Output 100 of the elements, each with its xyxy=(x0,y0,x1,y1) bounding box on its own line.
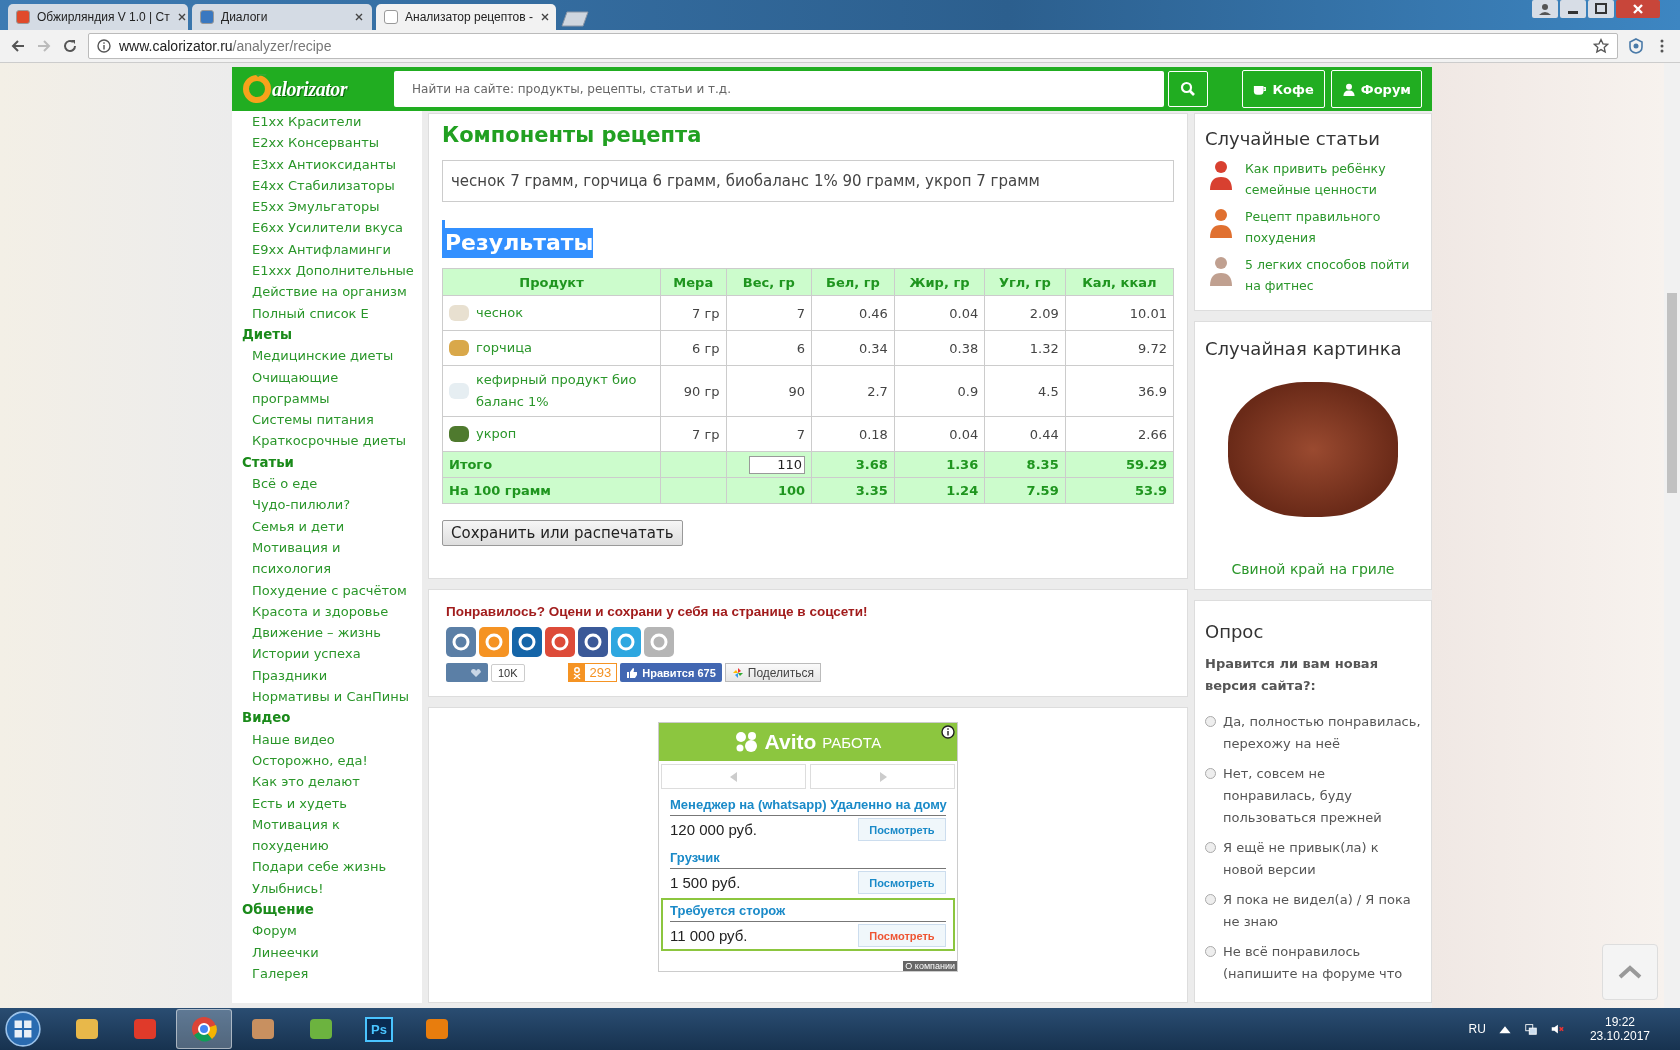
job-title[interactable]: Требуется сторож xyxy=(670,903,946,922)
network-icon[interactable] xyxy=(1523,1022,1538,1036)
search-button[interactable] xyxy=(1168,71,1208,107)
view-button[interactable]: Посмотреть xyxy=(858,924,946,947)
user-icon[interactable] xyxy=(1532,0,1558,18)
view-button[interactable]: Посмотреть xyxy=(858,871,946,894)
like-button[interactable]: Нравится 675 xyxy=(620,663,722,682)
poll-option[interactable]: Нет, совсем не понравилась, буду пользоваться прежней xyxy=(1223,763,1421,829)
scrollbar[interactable] xyxy=(1664,63,1680,1008)
sidebar-link[interactable]: Действие на организм xyxy=(252,281,417,303)
sidebar-link[interactable]: E1xxx Дополнительные xyxy=(252,260,417,282)
clock[interactable]: 19:22 23.10.2017 xyxy=(1589,1015,1650,1043)
poll-option[interactable]: Я пока не видел(а) / Я пока не знаю xyxy=(1223,889,1421,933)
sidebar-link[interactable]: Наше видео xyxy=(252,728,417,750)
sidebar-link[interactable]: Мотивация и психология xyxy=(252,536,417,580)
sidebar-link[interactable]: Нормативы и СанПины xyxy=(252,686,417,708)
taskbar-app[interactable] xyxy=(176,1009,232,1049)
article-link[interactable]: 5 легких способов пойти на фитнес xyxy=(1245,254,1421,296)
back-icon[interactable] xyxy=(10,38,26,54)
share-counter[interactable]: 293 xyxy=(567,663,618,682)
radio-button[interactable] xyxy=(1205,894,1216,905)
social-share-icon[interactable] xyxy=(446,627,476,657)
sidebar-link[interactable]: Истории успеха xyxy=(252,643,417,665)
share-button[interactable]: Поделиться xyxy=(724,663,822,682)
job-title[interactable]: Менеджер на (whatsapp) Удаленно на дому xyxy=(670,797,946,816)
language-indicator[interactable]: RU xyxy=(1468,1022,1486,1036)
sidebar-link[interactable]: Линеечки xyxy=(252,941,417,963)
scroll-to-top-button[interactable] xyxy=(1602,944,1658,1000)
taskbar-app[interactable]: Ps xyxy=(352,1010,406,1048)
like-button[interactable] xyxy=(446,663,488,682)
article-link[interactable]: Рецепт правильного похудения xyxy=(1245,206,1421,248)
browser-tab[interactable]: Диалоги xyxy=(192,4,372,30)
ingredients-field[interactable]: чеснок 7 грамм, горчица 6 грамм, биобаланс 1% 90 грамм, укроп 7 грамм xyxy=(442,160,1174,202)
sidebar-heading[interactable]: Общение xyxy=(242,899,422,921)
browser-tab[interactable]: Обжирляндия V 1.0 | Ст xyxy=(8,4,188,30)
address-bar[interactable]: www.calorizator.ru/analyzer/recipe xyxy=(88,33,1618,59)
sidebar-link[interactable]: E2xx Консерванты xyxy=(252,132,417,154)
product-link[interactable]: чеснок xyxy=(476,302,654,324)
sidebar-link[interactable]: E5xx Эмульгаторы xyxy=(252,196,417,218)
sidebar-link[interactable]: E4xx Стабилизаторы xyxy=(252,174,417,197)
coffee-button[interactable]: Кофе xyxy=(1242,70,1325,108)
sidebar-link[interactable]: Красота и здоровье xyxy=(252,600,417,623)
close-icon[interactable] xyxy=(354,12,364,22)
article-link[interactable]: Как привить ребёнку семейные ценности xyxy=(1245,158,1421,200)
poll-option[interactable]: Да, полностью понравилась, перехожу на неё xyxy=(1223,711,1421,755)
info-icon[interactable] xyxy=(941,725,955,739)
job-listing[interactable]: Менеджер на (whatsapp) Удаленно на дому 120 000 руб. Посмотреть xyxy=(661,792,955,845)
sidebar-link[interactable]: Мотивация к похудению xyxy=(252,813,417,857)
sidebar-heading[interactable]: Видео xyxy=(242,707,422,729)
product-link[interactable]: укроп xyxy=(476,423,654,445)
product-link[interactable]: кефирный продукт био баланс 1% xyxy=(476,369,654,413)
sidebar-link[interactable]: Всё о еде xyxy=(252,473,417,495)
sidebar-link[interactable]: Движение – жизнь xyxy=(252,622,417,644)
close-icon[interactable] xyxy=(1616,0,1660,18)
poll-option[interactable]: Не всё понравилось (напишите на форуме что xyxy=(1223,941,1421,985)
sidebar-link[interactable]: Галерея xyxy=(252,962,417,985)
weight-input[interactable]: 110 xyxy=(749,455,806,474)
sidebar-link[interactable]: E9xx Антифламинги xyxy=(252,238,417,261)
close-icon[interactable] xyxy=(176,12,187,22)
sidebar-link[interactable]: Семья и дети xyxy=(252,515,417,537)
social-share-icon[interactable] xyxy=(545,627,575,657)
save-button[interactable]: Сохранить или распечатать xyxy=(442,520,683,546)
sidebar-link[interactable]: Чудо-пилюли? xyxy=(252,494,417,516)
sidebar-link[interactable]: Форум xyxy=(252,920,417,942)
radio-button[interactable] xyxy=(1205,842,1216,853)
sidebar-heading[interactable]: Статьи xyxy=(242,451,422,474)
sidebar-link[interactable]: Очищающие программы xyxy=(252,366,417,410)
info-icon[interactable] xyxy=(97,39,111,53)
start-button[interactable] xyxy=(4,1010,42,1048)
social-share-icon[interactable] xyxy=(512,627,542,657)
sidebar-link[interactable]: Системы питания xyxy=(252,409,417,431)
sidebar-heading[interactable]: Диеты xyxy=(242,323,422,346)
reload-icon[interactable] xyxy=(62,38,78,54)
site-logo[interactable]: alorizator xyxy=(242,74,390,104)
sidebar-link[interactable]: E1xx Красители xyxy=(252,111,417,133)
poll-option[interactable]: Я ещё не привык(ла) к новой версии xyxy=(1223,837,1421,881)
sidebar-link[interactable]: Улыбнись! xyxy=(252,877,417,899)
close-icon[interactable] xyxy=(539,12,550,22)
radio-button[interactable] xyxy=(1205,946,1216,957)
browser-tab[interactable]: Анализатор рецептов - xyxy=(376,4,556,30)
forum-button[interactable]: Форум xyxy=(1330,70,1422,108)
sidebar-link[interactable]: Подари себе жизнь xyxy=(252,856,417,878)
about-label[interactable]: О компании xyxy=(903,961,957,971)
radio-button[interactable] xyxy=(1205,716,1216,727)
sidebar-link[interactable]: E3xx Антиоксиданты xyxy=(252,153,417,175)
minimize-icon[interactable] xyxy=(1560,0,1586,18)
sidebar-link[interactable]: Полный список Е xyxy=(252,302,417,324)
new-tab-icon[interactable] xyxy=(560,11,590,27)
maximize-icon[interactable] xyxy=(1588,0,1614,18)
view-button[interactable]: Посмотреть xyxy=(858,818,946,841)
job-title[interactable]: Грузчик xyxy=(670,850,946,869)
picture-caption[interactable]: Свиной край на гриле xyxy=(1205,561,1421,577)
scrollbar-thumb[interactable] xyxy=(1667,293,1677,493)
volume-muted-icon[interactable] xyxy=(1549,1022,1564,1036)
star-icon[interactable] xyxy=(1593,38,1609,54)
sidebar-link[interactable]: Как это делают xyxy=(252,771,417,793)
extension-icon[interactable] xyxy=(1628,38,1644,54)
product-link[interactable]: горчица xyxy=(476,337,654,359)
job-listing[interactable]: Требуется сторож 11 000 руб. Посмотреть xyxy=(661,898,955,951)
radio-button[interactable] xyxy=(1205,768,1216,779)
